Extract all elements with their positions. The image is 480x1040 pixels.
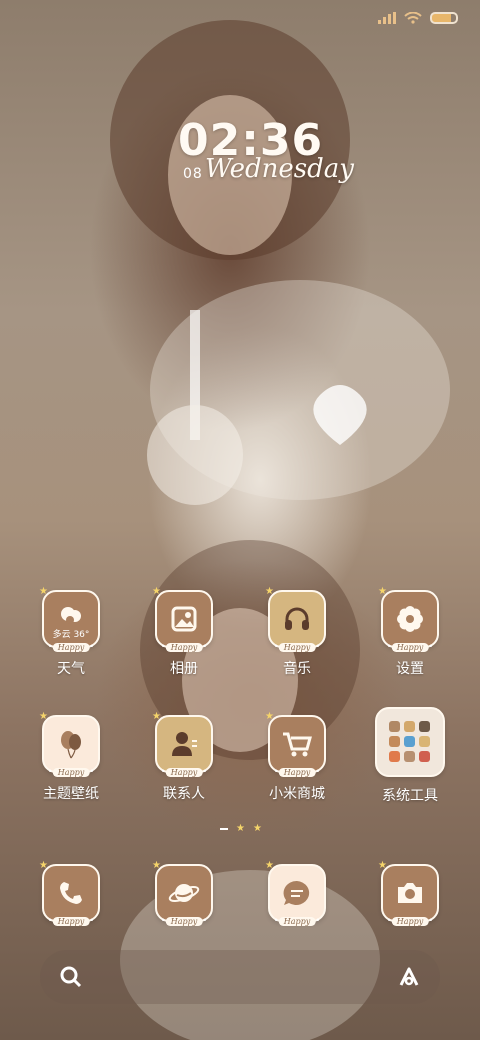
phone-icon[interactable]: ★ Happy <box>39 860 100 926</box>
message-bubble-icon[interactable]: ★ Happy <box>265 860 326 926</box>
star-icon: ★ <box>39 711 48 722</box>
headphones-icon[interactable]: ★ Happy <box>265 586 326 652</box>
dock-app-camera[interactable]: ★ Happy <box>360 860 460 926</box>
battery-icon <box>430 12 458 24</box>
flower-gear-icon[interactable]: ★ Happy <box>378 586 439 652</box>
page-dot-active-star-icon: ★ <box>236 823 245 834</box>
folder-grid-icon[interactable] <box>375 707 445 777</box>
weather-detail: 多云 36° <box>52 630 90 640</box>
happy-badge: Happy <box>387 916 433 926</box>
clock-weekday: Wednesday <box>205 154 354 184</box>
shopping-cart-icon[interactable]: ★ Happy <box>265 711 326 777</box>
app-label: 小米商城 <box>269 786 325 802</box>
star-icon: ★ <box>265 711 274 722</box>
happy-badge: Happy <box>161 767 207 777</box>
app-settings[interactable]: ★ Happy 设置 <box>360 586 460 678</box>
star-icon: ★ <box>265 586 274 597</box>
star-icon: ★ <box>152 586 161 597</box>
happy-badge: Happy <box>48 916 94 926</box>
page-dot-inactive <box>220 827 228 830</box>
app-system-tools-folder[interactable]: 系统工具 <box>360 707 460 805</box>
star-icon: ★ <box>152 711 161 722</box>
app-contacts[interactable]: ★ Happy 联系人 <box>134 711 234 803</box>
wifi-icon <box>404 12 422 24</box>
page-indicator[interactable]: ★ ★ <box>220 823 262 834</box>
search-icon[interactable] <box>59 965 83 989</box>
star-icon: ★ <box>378 860 387 871</box>
assistant-a-icon[interactable] <box>397 965 421 989</box>
happy-badge: Happy <box>161 916 207 926</box>
happy-badge: Happy <box>161 642 207 652</box>
gallery-icon[interactable]: ★ Happy <box>152 586 213 652</box>
app-gallery[interactable]: ★ Happy 相册 <box>134 586 234 678</box>
happy-badge: Happy <box>48 642 94 652</box>
app-label: 音乐 <box>283 661 311 677</box>
contact-person-icon[interactable]: ★ Happy <box>152 711 213 777</box>
dock-search-bar[interactable] <box>40 950 440 1004</box>
status-bar <box>378 12 458 24</box>
app-label: 设置 <box>396 661 424 677</box>
star-icon: ★ <box>378 586 387 597</box>
star-icon: ★ <box>39 586 48 597</box>
clock-date: 08 <box>183 166 203 182</box>
star-icon: ★ <box>152 860 161 871</box>
app-label: 系统工具 <box>382 788 438 804</box>
app-themes[interactable]: ★ Happy 主题壁纸 <box>21 711 121 803</box>
happy-badge: Happy <box>274 916 320 926</box>
page-dot-star-icon: ★ <box>252 823 262 834</box>
app-mi-store[interactable]: ★ Happy 小米商城 <box>247 711 347 803</box>
app-weather[interactable]: ★ 多云 36° Happy 天气 <box>21 586 121 678</box>
happy-badge: Happy <box>274 642 320 652</box>
dock-app-phone[interactable]: ★ Happy <box>21 860 121 926</box>
app-music[interactable]: ★ Happy 音乐 <box>247 586 347 678</box>
dock-app-messages[interactable]: ★ Happy <box>247 860 347 926</box>
weather-cloud-icon[interactable]: ★ 多云 36° Happy <box>39 586 100 652</box>
happy-badge: Happy <box>387 642 433 652</box>
app-label: 联系人 <box>163 786 205 802</box>
camera-icon[interactable]: ★ Happy <box>378 860 439 926</box>
star-icon: ★ <box>265 860 274 871</box>
app-label: 相册 <box>170 661 198 677</box>
browser-planet-icon[interactable]: ★ Happy <box>152 860 213 926</box>
star-icon: ★ <box>39 860 48 871</box>
signal-icon <box>378 12 396 24</box>
app-label: 天气 <box>57 661 85 677</box>
balloon-icon[interactable]: ★ Happy <box>39 711 100 777</box>
happy-badge: Happy <box>274 767 320 777</box>
dock-app-browser[interactable]: ★ Happy <box>134 860 234 926</box>
app-label: 主题壁纸 <box>43 786 99 802</box>
happy-badge: Happy <box>48 767 94 777</box>
